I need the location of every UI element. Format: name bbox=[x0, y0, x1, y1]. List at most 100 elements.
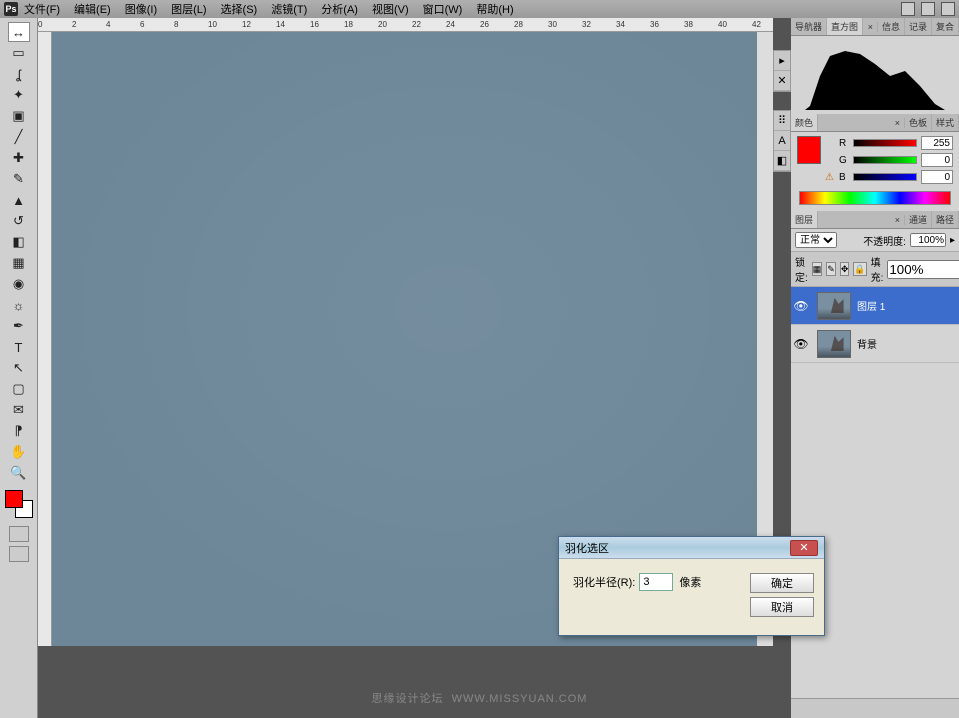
radius-input[interactable] bbox=[639, 573, 673, 591]
hand-tool[interactable]: ✋ bbox=[8, 442, 30, 462]
g-slider[interactable] bbox=[853, 156, 917, 164]
side-toolstrip-2: ⠿ A ◧ bbox=[773, 110, 791, 172]
gradient-tool[interactable]: ▦ bbox=[8, 253, 30, 273]
tab-styles[interactable]: 样式 bbox=[932, 114, 959, 131]
ok-button[interactable]: 确定 bbox=[750, 573, 814, 593]
menu-image[interactable]: 图像(I) bbox=[125, 1, 157, 17]
gamut-warn-icon: ⚠ bbox=[825, 172, 835, 183]
lock-trans-icon[interactable]: ▦ bbox=[812, 262, 823, 276]
tab-channels[interactable]: 通道 bbox=[905, 211, 932, 228]
panel-close-icon[interactable]: × bbox=[864, 22, 878, 32]
tab-info[interactable]: 信息 bbox=[878, 18, 905, 35]
stamp-tool[interactable]: ▲ bbox=[8, 190, 30, 210]
zoom-tool[interactable]: 🔍 bbox=[8, 463, 30, 483]
slice-tool[interactable]: ╱ bbox=[8, 127, 30, 147]
para-icon[interactable]: ◧ bbox=[774, 151, 790, 171]
shape-tool[interactable]: ▢ bbox=[8, 379, 30, 399]
tab-layers[interactable]: 图层 bbox=[791, 211, 818, 228]
tab-history[interactable]: 记录 bbox=[905, 18, 932, 35]
marquee-tool[interactable]: ▭ bbox=[8, 43, 30, 63]
watermark: 思缘设计论坛 WWW.MISSYUAN.COM bbox=[372, 690, 588, 706]
r-slider[interactable] bbox=[853, 139, 917, 147]
menu-window[interactable]: 窗口(W) bbox=[423, 1, 463, 17]
pen-tool[interactable]: ✒ bbox=[8, 316, 30, 336]
lock-all-icon[interactable]: 🔒 bbox=[853, 262, 866, 276]
heal-tool[interactable]: ✚ bbox=[8, 148, 30, 168]
fill-input[interactable] bbox=[887, 260, 959, 279]
visibility-eye-icon[interactable]: 👁 bbox=[791, 337, 811, 351]
chevron-icon[interactable]: ▸ bbox=[950, 235, 955, 246]
maximize-icon[interactable] bbox=[921, 2, 935, 16]
menu-filter[interactable]: 滤镜(T) bbox=[271, 1, 307, 17]
g-input[interactable] bbox=[921, 153, 953, 167]
spectrum-bar[interactable] bbox=[799, 191, 951, 205]
panel-close-icon[interactable]: × bbox=[891, 118, 905, 128]
char-icon[interactable]: A bbox=[774, 131, 790, 151]
path-tool[interactable]: ↖ bbox=[8, 358, 30, 378]
eyedropper-tool[interactable]: ⁋ bbox=[8, 421, 30, 441]
lasso-tool[interactable]: ʆ bbox=[8, 64, 30, 84]
quickmask-toggle[interactable] bbox=[9, 526, 29, 542]
lock-move-icon[interactable]: ✥ bbox=[840, 262, 850, 276]
history-brush-tool[interactable]: ↺ bbox=[8, 211, 30, 231]
fill-label: 填充: bbox=[871, 254, 884, 284]
crop-tool[interactable]: ▣ bbox=[8, 106, 30, 126]
tab-navigator[interactable]: 导航器 bbox=[791, 18, 827, 35]
dialog-titlebar[interactable]: 羽化选区 ✕ bbox=[559, 537, 824, 559]
layer-name[interactable]: 背景 bbox=[857, 336, 877, 351]
lock-label: 锁定: bbox=[795, 254, 808, 284]
lock-paint-icon[interactable]: ✎ bbox=[826, 262, 836, 276]
wand-tool[interactable]: ✦ bbox=[8, 85, 30, 105]
blend-mode-select[interactable]: 正常 bbox=[795, 232, 837, 248]
color-preview-swatch[interactable] bbox=[797, 136, 821, 164]
brush-preset-icon[interactable]: ⠿ bbox=[774, 111, 790, 131]
r-input[interactable] bbox=[921, 136, 953, 150]
minimize-icon[interactable] bbox=[901, 2, 915, 16]
b-input[interactable] bbox=[921, 170, 953, 184]
blur-tool[interactable]: ◉ bbox=[8, 274, 30, 294]
window-control-icons bbox=[901, 2, 955, 16]
visibility-eye-icon[interactable]: 👁 bbox=[791, 299, 811, 313]
type-tool[interactable]: T bbox=[8, 337, 30, 357]
color-swatches[interactable] bbox=[5, 490, 33, 518]
menubar: Ps 文件(F) 编辑(E) 图像(I) 图层(L) 选择(S) 滤镜(T) 分… bbox=[0, 0, 959, 18]
foreground-color-swatch[interactable] bbox=[5, 490, 23, 508]
tab-swatches[interactable]: 色板 bbox=[905, 114, 932, 131]
b-slider[interactable] bbox=[853, 173, 917, 181]
layer-thumbnail[interactable] bbox=[817, 330, 851, 358]
opacity-input[interactable] bbox=[910, 233, 946, 247]
dialog-close-icon[interactable]: ✕ bbox=[790, 540, 818, 556]
menu-help[interactable]: 帮助(H) bbox=[476, 1, 513, 17]
brush-tool[interactable]: ✎ bbox=[8, 169, 30, 189]
dodge-tool[interactable]: ☼ bbox=[8, 295, 30, 315]
tab-paths[interactable]: 路径 bbox=[932, 211, 959, 228]
ruler-horizontal: 0 2 4 6 8 10 12 14 16 18 20 22 24 26 28 … bbox=[38, 18, 773, 32]
menu-select[interactable]: 选择(S) bbox=[221, 1, 258, 17]
tab-color[interactable]: 颜色 bbox=[791, 114, 818, 131]
layer-name[interactable]: 图层 1 bbox=[857, 298, 885, 313]
eraser-tool[interactable]: ◧ bbox=[8, 232, 30, 252]
options-icon[interactable]: ✕ bbox=[774, 71, 790, 91]
move-tool[interactable]: ↔ bbox=[8, 22, 30, 42]
layer-item[interactable]: 👁 背景 bbox=[791, 325, 959, 363]
layer-item[interactable]: 👁 图层 1 bbox=[791, 287, 959, 325]
navigator-panel-tabs: 导航器 直方图 × 信息 记录 复合 bbox=[791, 18, 959, 36]
histogram-display bbox=[791, 36, 959, 114]
layer-footer bbox=[791, 698, 959, 718]
menu-view[interactable]: 视图(V) bbox=[372, 1, 409, 17]
close-icon[interactable] bbox=[941, 2, 955, 16]
menu-file[interactable]: 文件(F) bbox=[24, 1, 60, 17]
cancel-button[interactable]: 取消 bbox=[750, 597, 814, 617]
panel-close-icon[interactable]: × bbox=[891, 215, 905, 225]
menu-edit[interactable]: 编辑(E) bbox=[74, 1, 111, 17]
tab-comp[interactable]: 复合 bbox=[932, 18, 959, 35]
tab-histogram[interactable]: 直方图 bbox=[827, 18, 863, 35]
menu-layer[interactable]: 图层(L) bbox=[171, 1, 206, 17]
menu-analysis[interactable]: 分析(A) bbox=[321, 1, 358, 17]
notes-tool[interactable]: ✉ bbox=[8, 400, 30, 420]
expand-icon[interactable]: ▸ bbox=[774, 51, 790, 71]
opacity-label: 不透明度: bbox=[863, 233, 906, 248]
layer-thumbnail[interactable] bbox=[817, 292, 851, 320]
screenmode-toggle[interactable] bbox=[9, 546, 29, 562]
feather-dialog: 羽化选区 ✕ 羽化半径(R): 像素 确定 取消 bbox=[558, 536, 825, 636]
